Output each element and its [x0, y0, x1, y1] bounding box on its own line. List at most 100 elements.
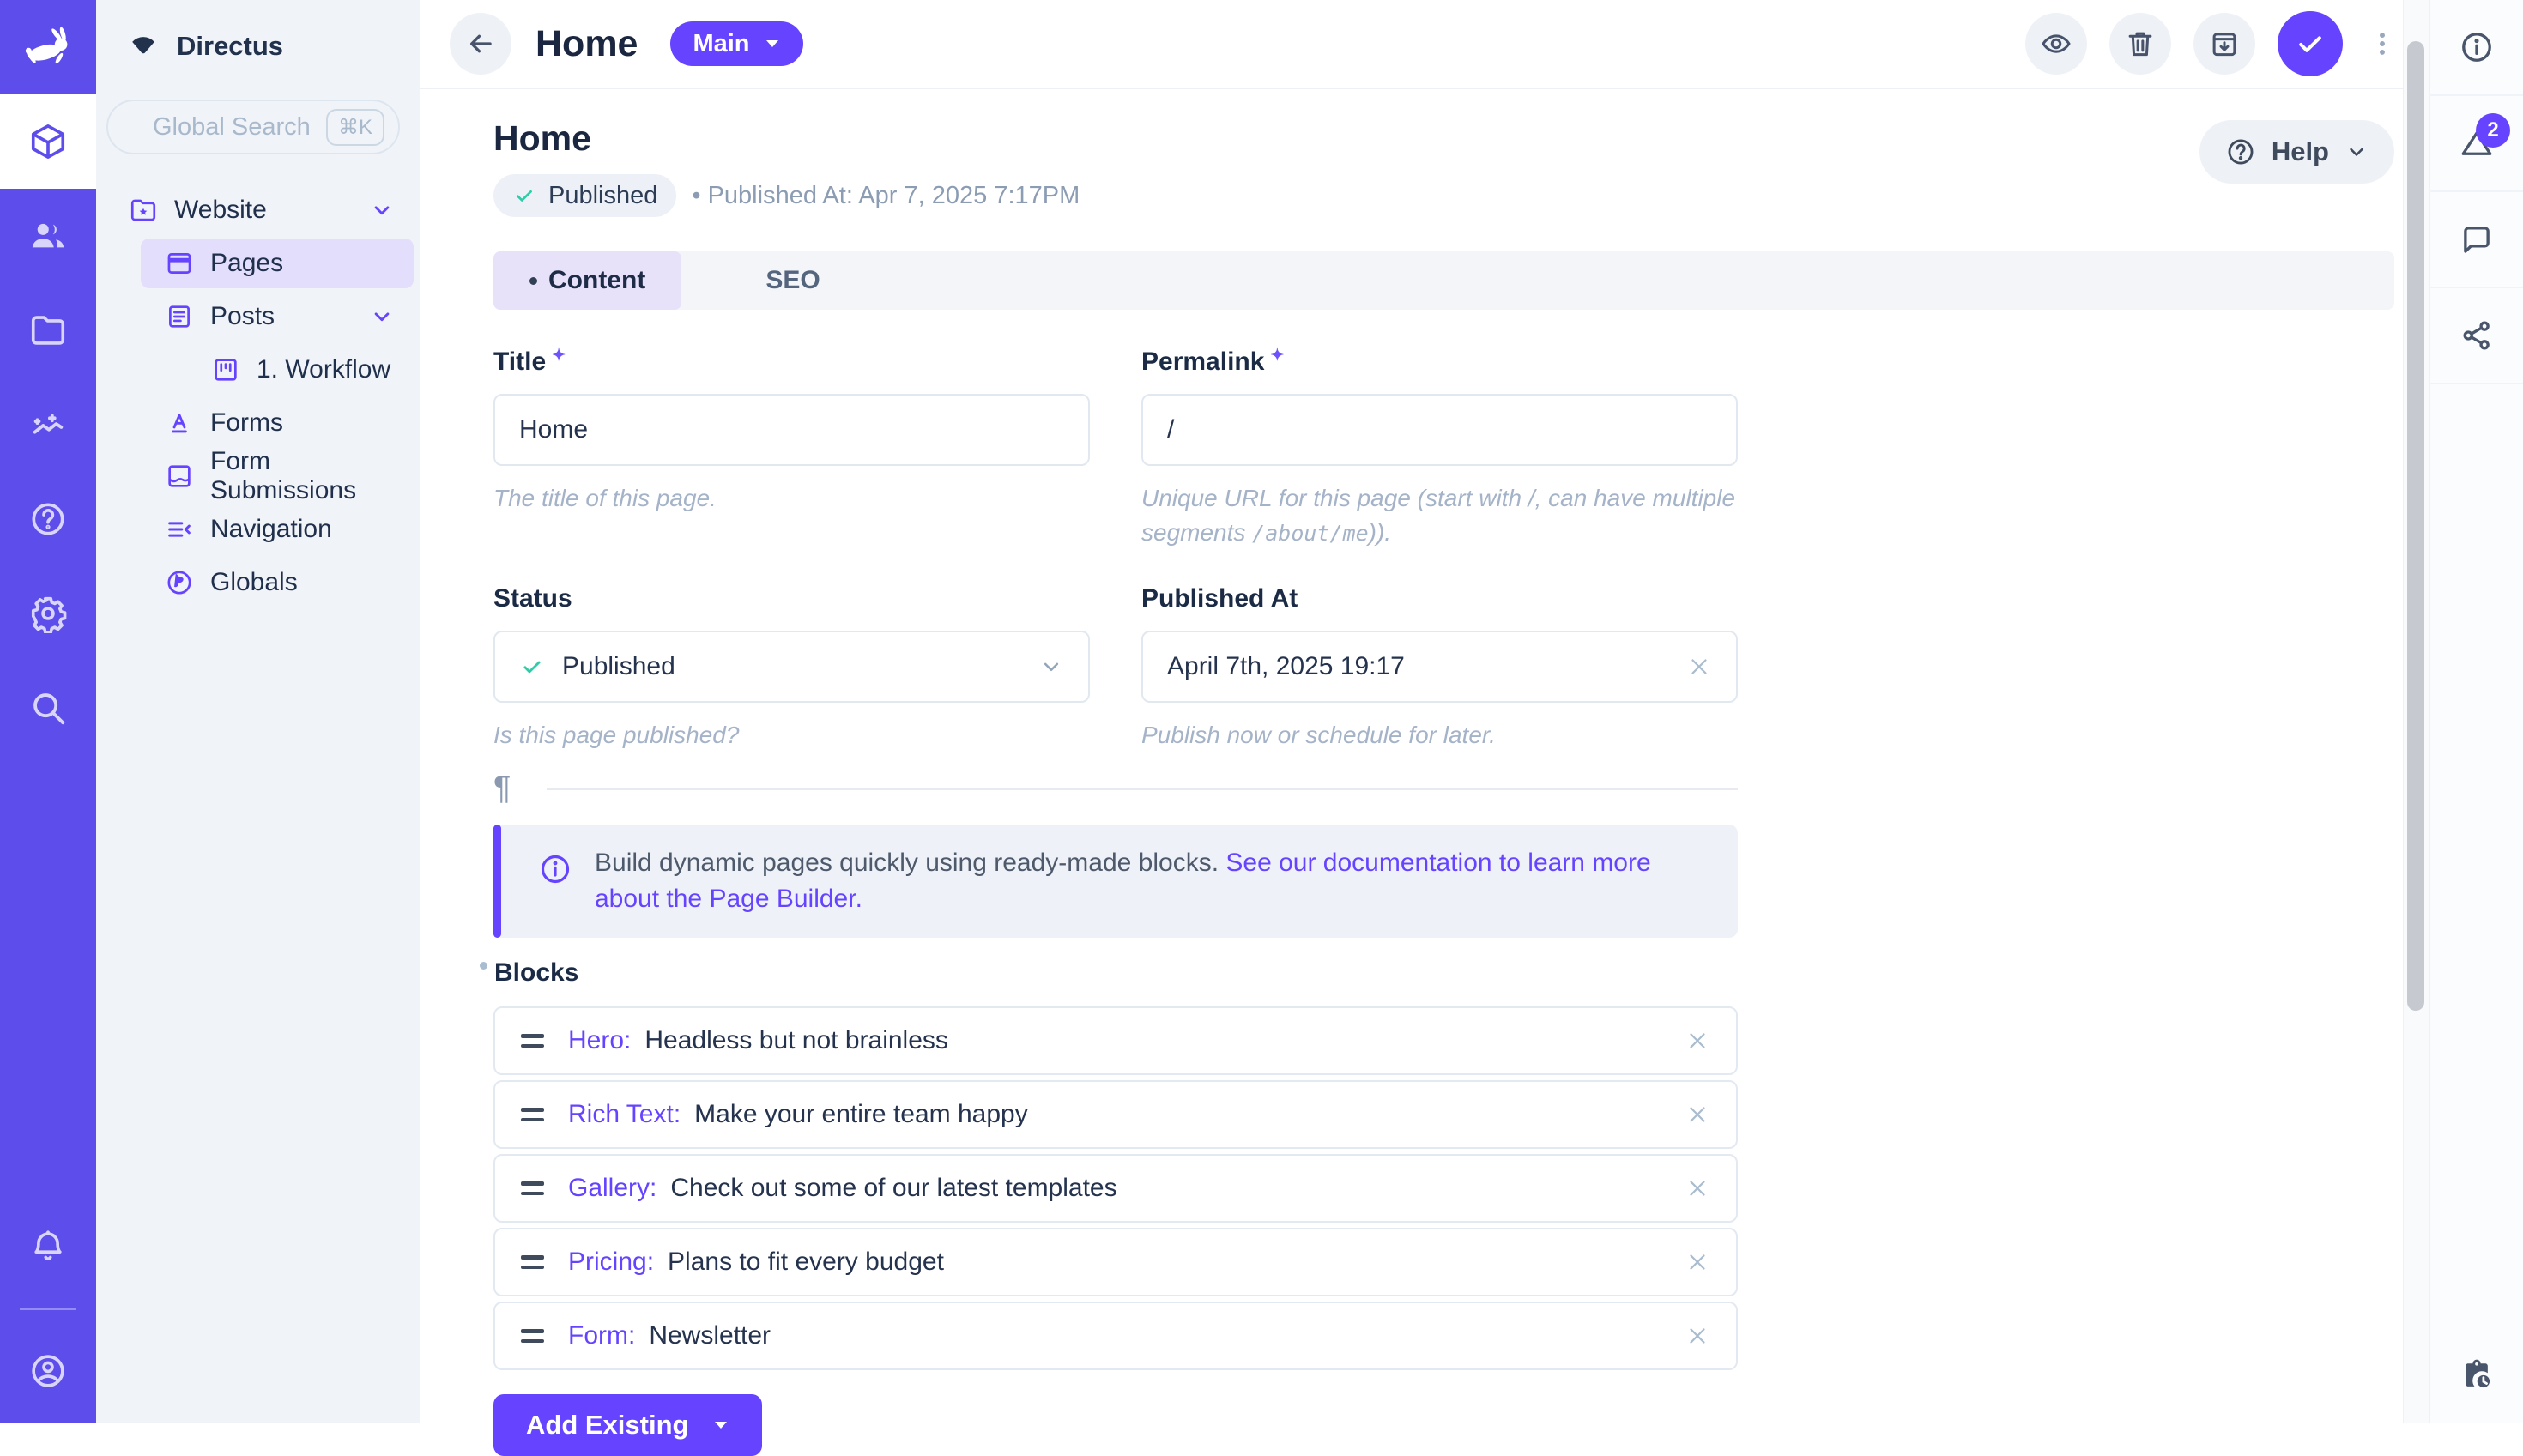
chevron-down-icon [1038, 654, 1064, 680]
global-search-input[interactable] [153, 113, 316, 142]
module-bar [0, 0, 96, 1423]
eye-icon [2040, 27, 2072, 60]
sidebar-item-forms[interactable]: Forms [96, 396, 420, 450]
module-files[interactable] [0, 283, 96, 378]
preview-button[interactable] [2025, 13, 2087, 75]
close-icon[interactable] [1685, 1323, 1710, 1349]
globe-icon [165, 568, 194, 597]
comment-icon [2459, 221, 2495, 257]
notifications-button[interactable] [0, 1200, 96, 1295]
chevron-down-icon[interactable] [369, 197, 395, 223]
project-header[interactable]: Directus [96, 0, 420, 93]
status-select[interactable]: Published [493, 631, 1090, 703]
project-name: Directus [177, 31, 283, 62]
drag-handle-icon[interactable] [521, 1329, 544, 1343]
field-grid: Title The title of this page. Permalink … [493, 346, 1738, 752]
close-icon[interactable] [1685, 1249, 1710, 1275]
close-icon[interactable] [1685, 1175, 1710, 1201]
folder-icon [28, 311, 68, 350]
revision-count-badge: 2 [2476, 113, 2510, 148]
published-at-input[interactable]: April 7th, 2025 19:17 [1141, 631, 1738, 703]
item-title: Home [493, 118, 2429, 159]
directus-logo[interactable] [0, 0, 96, 94]
close-icon[interactable] [1685, 1102, 1710, 1127]
save-button[interactable] [2278, 11, 2343, 76]
block-title: Make your entire team happy [694, 1100, 1028, 1129]
arrow-left-icon [464, 27, 497, 60]
folder-star-icon [129, 196, 158, 225]
inbox-icon [165, 462, 194, 491]
comments-drawer-button[interactable] [2429, 192, 2523, 288]
user-menu-button[interactable] [0, 1324, 96, 1418]
flows-sidebar-button[interactable] [2429, 1327, 2523, 1423]
sidebar-item-label: Form Submissions [210, 447, 420, 505]
field-note: Unique URL for this page (start with /, … [1141, 481, 1738, 550]
archive-button[interactable] [2193, 13, 2255, 75]
block-row-hero[interactable]: Hero: Headless but not brainless [493, 1006, 1738, 1075]
permalink-input[interactable] [1141, 394, 1738, 466]
project-wedge-icon [129, 33, 158, 59]
sidebar-item-posts[interactable]: Posts [96, 290, 420, 343]
module-search[interactable] [0, 661, 96, 755]
field-status: Status Published Is this page published? [493, 584, 1090, 752]
info-icon [2459, 29, 2495, 65]
close-icon[interactable] [1686, 654, 1712, 680]
back-button[interactable] [450, 13, 511, 75]
shares-drawer-button[interactable] [2429, 288, 2523, 384]
title-input[interactable] [493, 394, 1090, 466]
block-row-gallery[interactable]: Gallery: Check out some of our latest te… [493, 1154, 1738, 1223]
search-icon [28, 688, 68, 728]
module-content[interactable] [0, 94, 96, 189]
info-banner: Build dynamic pages quickly using ready-… [493, 825, 1738, 938]
block-row-form[interactable]: Form: Newsletter [493, 1302, 1738, 1370]
sidebar-item-website[interactable]: Website [96, 184, 420, 237]
drag-handle-icon[interactable] [521, 1255, 544, 1269]
module-insights[interactable] [0, 378, 96, 472]
status-badge: Published [493, 174, 676, 217]
chevron-down-icon[interactable] [369, 304, 395, 329]
tab-label: Content [548, 266, 645, 295]
close-icon[interactable] [1685, 1028, 1710, 1054]
document-icon [165, 302, 194, 331]
version-badge-label: Main [693, 30, 749, 58]
sidebar-item-navigation[interactable]: Navigation [96, 503, 420, 556]
module-settings[interactable] [0, 566, 96, 661]
add-existing-button[interactable]: Add Existing [493, 1394, 762, 1456]
sidebar-item-workflow[interactable]: 1. Workflow [96, 343, 420, 396]
field-label: Status [493, 584, 1090, 613]
scrollbar-track [2403, 0, 2429, 1423]
sidebar-item-globals[interactable]: Globals [96, 556, 420, 609]
global-search[interactable]: ⌘K [106, 100, 400, 154]
field-published-at: Published At April 7th, 2025 19:17 Publi… [1141, 584, 1738, 752]
tab-content[interactable]: Content [493, 251, 681, 310]
caret-down-icon [764, 38, 781, 50]
more-options-button[interactable] [2365, 20, 2399, 68]
module-help[interactable] [0, 472, 96, 566]
main-area: Home Main [420, 0, 2429, 1423]
module-users[interactable] [0, 189, 96, 283]
version-badge[interactable]: Main [670, 21, 802, 66]
trash-icon [2124, 27, 2157, 60]
tab-bar: Content SEO [493, 251, 2394, 310]
info-drawer-button[interactable] [2429, 0, 2523, 96]
pilcrow-icon: ¶ [493, 770, 511, 807]
drag-handle-icon[interactable] [521, 1181, 544, 1195]
status-row: Published • Published At: Apr 7, 2025 7:… [493, 174, 2429, 217]
delete-button[interactable] [2109, 13, 2171, 75]
check-icon [2293, 27, 2327, 61]
scrollbar-thumb[interactable] [2407, 41, 2424, 1011]
sidebar-item-form-submissions[interactable]: Form Submissions [96, 450, 420, 503]
bell-icon [28, 1228, 68, 1267]
sidebar-item-pages[interactable]: Pages [141, 239, 414, 288]
drag-handle-icon[interactable] [521, 1034, 544, 1048]
status-select-value: Published [562, 652, 675, 681]
drag-handle-icon[interactable] [521, 1108, 544, 1121]
info-icon [538, 852, 572, 886]
nav-sidebar: Directus ⌘K Website [96, 0, 420, 1423]
tab-seo[interactable]: SEO [765, 266, 820, 295]
revisions-drawer-button[interactable]: 2 [2429, 96, 2523, 192]
block-type: Hero: [568, 1026, 631, 1055]
block-row-pricing[interactable]: Pricing: Plans to fit every budget [493, 1228, 1738, 1296]
letter-a-icon [165, 408, 194, 438]
block-row-rich-text[interactable]: Rich Text: Make your entire team happy [493, 1080, 1738, 1149]
